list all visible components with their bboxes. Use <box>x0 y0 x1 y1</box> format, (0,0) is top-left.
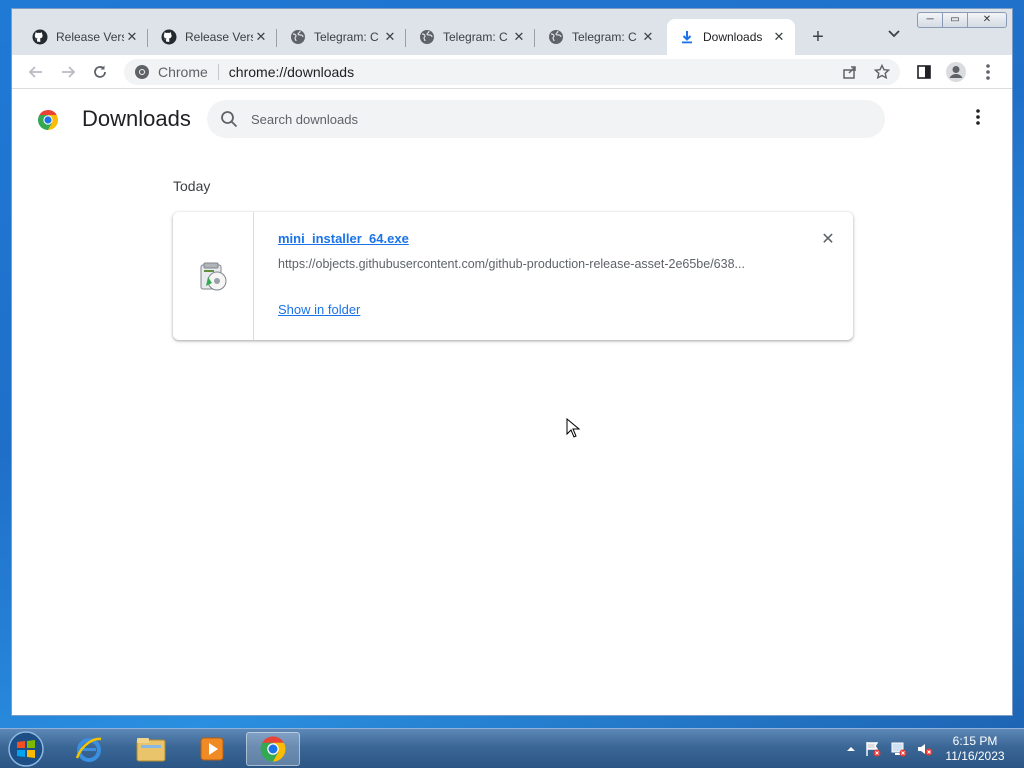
reload-icon <box>94 65 106 78</box>
tab-close-icon[interactable]: ✕ <box>124 29 140 45</box>
media-player-icon <box>200 737 224 761</box>
download-icon <box>682 31 692 44</box>
remove-download-close-icon[interactable]: ✕ <box>818 230 838 250</box>
download-item-card: mini_installer_64.exe https://objects.gi… <box>173 212 853 340</box>
arrow-left-icon <box>28 66 42 78</box>
tab-title: Telegram: C <box>572 30 637 44</box>
bookmark-star-icon[interactable] <box>874 64 890 80</box>
window-maximize-button[interactable]: ▭ <box>942 12 968 28</box>
omnibox-chrome-label: Chrome <box>158 64 208 80</box>
windows-taskbar: 6:15 PM 11/16/2023 <box>0 728 1024 768</box>
search-icon <box>221 111 238 128</box>
more-vertical-icon <box>976 109 980 125</box>
globe-icon <box>549 30 563 44</box>
download-source-url: https://objects.githubusercontent.com/gi… <box>278 257 745 271</box>
github-icon <box>32 29 48 45</box>
internet-explorer-icon <box>75 737 102 762</box>
download-file-name-link[interactable]: mini_installer_64.exe <box>278 231 409 246</box>
clock-date: 11/16/2023 <box>945 749 1005 763</box>
tab-release-versions-2[interactable]: Release Vers ✕ <box>149 19 277 55</box>
installer-file-icon <box>200 262 227 291</box>
new-tab-button[interactable]: + <box>806 26 830 50</box>
section-date-label: Today <box>173 178 211 194</box>
tab-close-icon[interactable]: ✕ <box>771 29 787 45</box>
address-bar[interactable]: Chrome chrome://downloads <box>124 59 900 85</box>
profile-button[interactable] <box>944 60 968 84</box>
omnibox-divider <box>217 64 219 80</box>
show-hidden-icons-chevron-icon[interactable] <box>846 744 856 754</box>
tab-telegram-2[interactable]: Telegram: C ✕ <box>407 19 535 55</box>
reload-button[interactable] <box>88 60 112 84</box>
tab-telegram-1[interactable]: Telegram: C ✕ <box>278 19 406 55</box>
volume-muted-icon[interactable] <box>916 741 934 757</box>
tab-title: Telegram: C <box>443 30 508 44</box>
chrome-logo-icon <box>38 110 58 130</box>
taskbar-internet-explorer[interactable] <box>62 732 116 766</box>
download-file-icon-box <box>173 212 254 340</box>
tab-telegram-3[interactable]: Telegram: C ✕ <box>536 19 664 55</box>
folder-icon <box>136 738 166 762</box>
back-button[interactable] <box>24 60 48 84</box>
github-icon <box>161 29 177 45</box>
tab-close-icon[interactable]: ✕ <box>382 29 398 45</box>
network-icon[interactable] <box>890 741 908 757</box>
clock-time: 6:15 PM <box>952 734 998 748</box>
chrome-menu-button[interactable] <box>976 60 1000 84</box>
taskbar-clock[interactable]: 6:15 PM 11/16/2023 <box>940 734 1010 764</box>
tab-title: Release Vers <box>56 30 124 44</box>
browser-window: Release Vers ✕ Release Vers ✕ Telegram: … <box>11 8 1013 716</box>
profile-avatar-icon <box>946 62 966 82</box>
chrome-page-icon <box>135 65 149 79</box>
downloads-page: Downloads Today mini_installer_64.exe <box>12 90 1012 715</box>
omnibox-url[interactable]: chrome://downloads <box>229 64 354 80</box>
tab-search-chevron-icon[interactable] <box>884 26 904 46</box>
tab-close-icon[interactable]: ✕ <box>253 29 269 45</box>
taskbar-file-explorer[interactable] <box>124 732 178 766</box>
tab-title: Release Vers <box>185 30 253 44</box>
downloads-search-box[interactable] <box>207 100 885 138</box>
window-minimize-button[interactable]: ─ <box>917 12 943 28</box>
start-button-windows-icon[interactable] <box>6 730 46 768</box>
side-panel-icon <box>917 65 931 79</box>
globe-icon <box>291 30 305 44</box>
show-in-folder-link[interactable]: Show in folder <box>278 302 360 317</box>
taskbar-media-player[interactable] <box>185 732 239 766</box>
arrow-right-icon <box>62 66 76 78</box>
downloads-menu-button[interactable] <box>970 108 986 130</box>
tab-close-icon[interactable]: ✕ <box>511 29 527 45</box>
tab-title: Downloads <box>703 30 763 44</box>
window-close-button[interactable]: ✕ <box>967 12 1007 28</box>
tab-close-icon[interactable]: ✕ <box>640 29 656 45</box>
tab-title: Telegram: C <box>314 30 379 44</box>
tab-downloads[interactable]: Downloads ✕ <box>667 19 795 55</box>
chrome-icon <box>260 736 286 762</box>
more-vertical-icon <box>986 64 990 80</box>
search-input[interactable] <box>251 111 851 127</box>
taskbar-chrome[interactable] <box>246 732 300 766</box>
action-center-flag-icon[interactable] <box>864 741 882 757</box>
page-title: Downloads <box>82 106 191 131</box>
side-panel-button[interactable] <box>912 60 936 84</box>
browser-toolbar: Chrome chrome://downloads <box>12 55 1012 89</box>
tab-release-versions-1[interactable]: Release Vers ✕ <box>20 19 148 55</box>
mouse-cursor-icon <box>566 418 580 438</box>
system-tray <box>840 729 940 768</box>
globe-icon <box>420 30 434 44</box>
forward-button[interactable] <box>56 60 80 84</box>
share-icon[interactable] <box>842 64 858 80</box>
tab-strip: Release Vers ✕ Release Vers ✕ Telegram: … <box>12 9 1012 55</box>
